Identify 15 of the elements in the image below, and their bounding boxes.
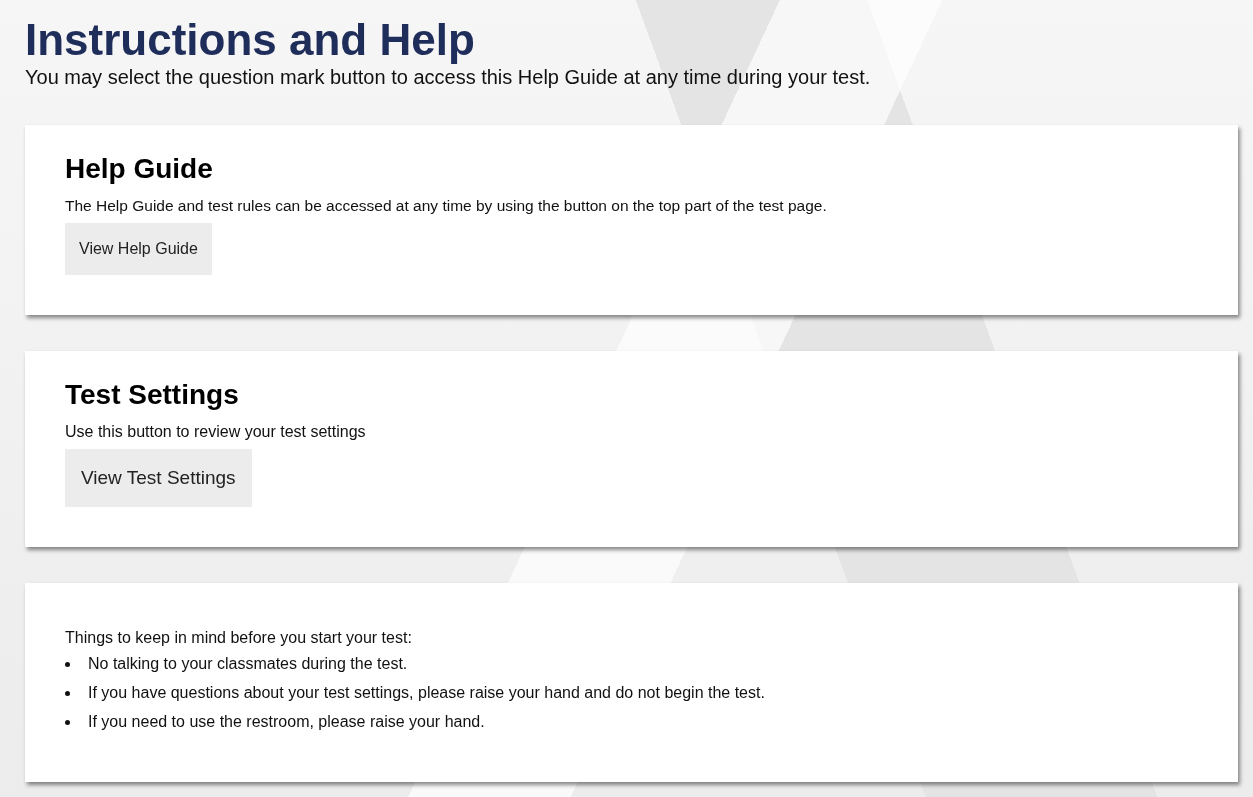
bullet-icon <box>65 661 70 667</box>
section-description: Use this button to review your test settings <box>65 423 367 441</box>
note-item: If you have questions about your test settings, please raise your hand and do not begin the test. <box>88 684 765 702</box>
view-button[interactable]: View Test Settings <box>65 449 252 507</box>
bullet-icon <box>65 719 70 725</box>
section-description: The Help Guide and test rules can be accessed at any time by using the button on the top part of the test page. <box>65 197 828 215</box>
section-title: Test Settings <box>65 379 240 411</box>
notes-intro: Things to keep in mind before you start your test: <box>65 629 413 647</box>
note-item: No talking to your classmates during the test. <box>88 655 408 673</box>
section-title: Help Guide <box>65 153 214 185</box>
bullet-icon <box>65 690 70 696</box>
page-title: Instructions and Help <box>25 14 476 66</box>
view-button[interactable]: View Help Guide <box>65 223 212 275</box>
page-subtitle: You may select the question mark button to access this Help Guide at any time during your test. <box>25 66 872 89</box>
note-item: If you need to use the restroom, please raise your hand. <box>88 713 485 731</box>
